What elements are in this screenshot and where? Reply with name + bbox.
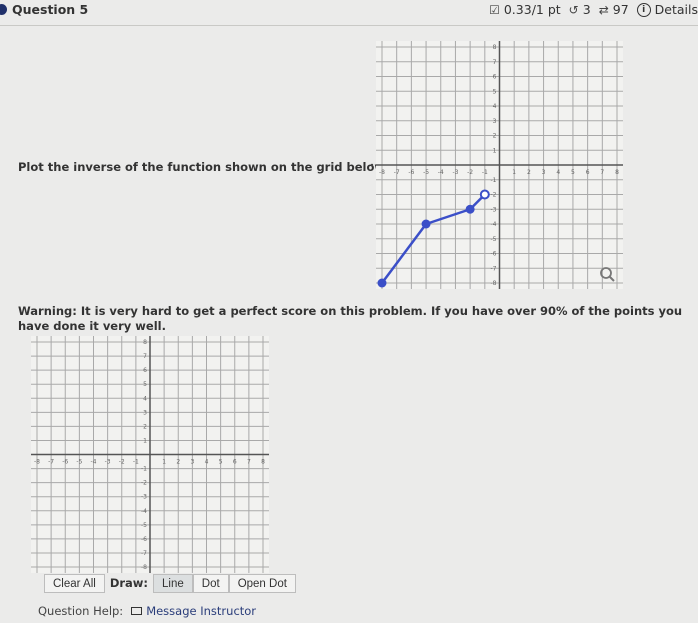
y-tick-label: 6 xyxy=(493,74,497,81)
warning-text: Warning: It is very hard to get a perfec… xyxy=(18,304,683,333)
x-tick-label: 5 xyxy=(571,169,575,176)
given-function-graph: -8 -7 -6 -5 -4 -3 -2 -1 1 2 3 4 5 6 7 8 8 7 6 5 4 3 2 1 -1 -2 -3 -4… xyxy=(370,41,623,289)
y-tick-label: -6 xyxy=(141,536,147,543)
answer-graph-canvas[interactable]: -8 -7 -6 -5 -4 -3 -2 -1 1 2 3 4 5 6 7 8 8 7 6 5 4 3 2 1 -1 -2 -3 -4… xyxy=(28,336,273,574)
y-tick-label: -8 xyxy=(141,564,147,571)
x-tick-label: 3 xyxy=(190,459,194,466)
y-tick-label: 8 xyxy=(493,44,497,51)
y-tick-label: 3 xyxy=(493,118,497,125)
y-tick-label: 1 xyxy=(493,147,497,154)
x-tick-label: -5 xyxy=(76,459,82,466)
repeat-icon: ⇄ xyxy=(598,2,609,17)
y-tick-label: 5 xyxy=(493,88,497,95)
y-tick-label: -4 xyxy=(491,221,497,228)
y-tick-label: -8 xyxy=(491,280,497,287)
y-tick-label: 3 xyxy=(143,409,147,416)
question-status-dot xyxy=(0,4,7,15)
y-tick-label: 5 xyxy=(143,381,147,388)
x-tick-label: -1 xyxy=(133,459,139,466)
filled-point xyxy=(421,219,431,229)
score-text: 0.33/1 pt xyxy=(503,2,561,17)
info-icon[interactable]: i xyxy=(636,2,651,17)
y-tick-label: -3 xyxy=(141,494,147,501)
details-link[interactable]: Details xyxy=(655,2,698,17)
draw-open-dot-button[interactable]: Open Dot xyxy=(228,573,296,593)
open-point xyxy=(479,189,490,200)
y-tick-label: 1 xyxy=(143,437,147,444)
x-tick-label: 4 xyxy=(556,169,560,176)
y-tick-label: -6 xyxy=(491,251,497,258)
undo-icon: ↺ xyxy=(568,2,579,17)
x-tick-label: -6 xyxy=(62,459,68,466)
envelope-icon xyxy=(131,607,143,615)
x-tick-label: 8 xyxy=(261,459,265,466)
question-help-label: Question Help: xyxy=(38,604,124,618)
x-tick-label: -6 xyxy=(408,169,414,176)
x-tick-label: -2 xyxy=(119,459,125,466)
x-tick-label: -8 xyxy=(34,459,40,466)
x-tick-label: -1 xyxy=(482,169,488,176)
x-tick-label: 3 xyxy=(542,169,546,176)
x-tick-label: -7 xyxy=(48,459,54,466)
y-tick-label: 7 xyxy=(143,353,147,360)
x-tick-label: -4 xyxy=(91,459,97,466)
x-tick-label: -7 xyxy=(394,169,400,176)
y-tick-label: 2 xyxy=(143,423,147,430)
y-tick-label: 8 xyxy=(143,339,147,346)
x-tick-label: 8 xyxy=(615,169,619,176)
question-header: Question 5 ☑ 0.33/1 pt ↺ 3 ⇄ 97 i Detail… xyxy=(0,0,698,26)
y-tick-label: -2 xyxy=(491,192,497,199)
x-tick-label: 6 xyxy=(233,459,237,466)
draw-dot-button[interactable]: Dot xyxy=(192,573,229,593)
x-tick-label: 4 xyxy=(205,459,209,466)
y-tick-label: -4 xyxy=(141,508,147,515)
x-tick-label: -3 xyxy=(105,459,111,466)
x-tick-label: 6 xyxy=(586,169,590,176)
y-tick-label: -7 xyxy=(141,550,147,557)
y-tick-label: -2 xyxy=(141,480,147,487)
message-instructor-link[interactable]: Message Instructor xyxy=(131,604,256,618)
y-tick-label: -1 xyxy=(491,177,497,184)
message-instructor-label: Message Instructor xyxy=(146,604,257,618)
y-tick-label: 7 xyxy=(493,59,497,66)
x-tick-label: 7 xyxy=(600,169,604,176)
x-tick-label: 2 xyxy=(527,169,531,176)
x-tick-label: -3 xyxy=(452,169,458,176)
y-tick-label: -5 xyxy=(141,522,147,529)
y-tick-label: -7 xyxy=(491,265,497,272)
x-tick-label: 5 xyxy=(219,459,223,466)
y-tick-label: 2 xyxy=(493,133,497,140)
x-tick-label: -2 xyxy=(467,169,473,176)
y-tick-label: -5 xyxy=(491,236,497,243)
x-tick-label: -4 xyxy=(438,169,444,176)
x-tick-label: 1 xyxy=(162,459,166,466)
clear-all-button[interactable]: Clear All xyxy=(44,573,105,593)
question-title: Question 5 xyxy=(12,2,89,17)
y-tick-label: 6 xyxy=(143,367,147,374)
x-tick-label: 7 xyxy=(247,459,251,466)
filled-point xyxy=(377,278,387,288)
y-tick-label: -3 xyxy=(491,206,497,213)
filled-point xyxy=(465,204,475,214)
draw-label: Draw: xyxy=(109,576,149,590)
graph-toolbar: Clear All Draw: Line Dot Open Dot xyxy=(44,573,296,593)
x-tick-label: 2 xyxy=(176,459,180,466)
y-tick-label: 4 xyxy=(143,395,147,402)
question-help: Question Help: Message Instructor xyxy=(38,604,256,618)
y-tick-label: -1 xyxy=(141,466,147,473)
draw-line-button[interactable]: Line xyxy=(153,573,193,593)
x-tick-label: 1 xyxy=(512,169,516,176)
checkbox-icon: ☑ xyxy=(489,2,500,17)
question-prompt: Plot the inverse of the function shown o… xyxy=(18,160,389,174)
x-tick-label: -5 xyxy=(423,169,429,176)
x-tick-label: -8 xyxy=(379,169,385,176)
axis-arrow-marker xyxy=(370,163,374,167)
retries-count: 3 xyxy=(582,2,591,17)
header-divider xyxy=(0,25,698,26)
question-meta: ☑ 0.33/1 pt ↺ 3 ⇄ 97 i Details xyxy=(489,2,698,17)
attempts-count: 97 xyxy=(612,2,629,17)
y-tick-label: 4 xyxy=(493,103,497,110)
